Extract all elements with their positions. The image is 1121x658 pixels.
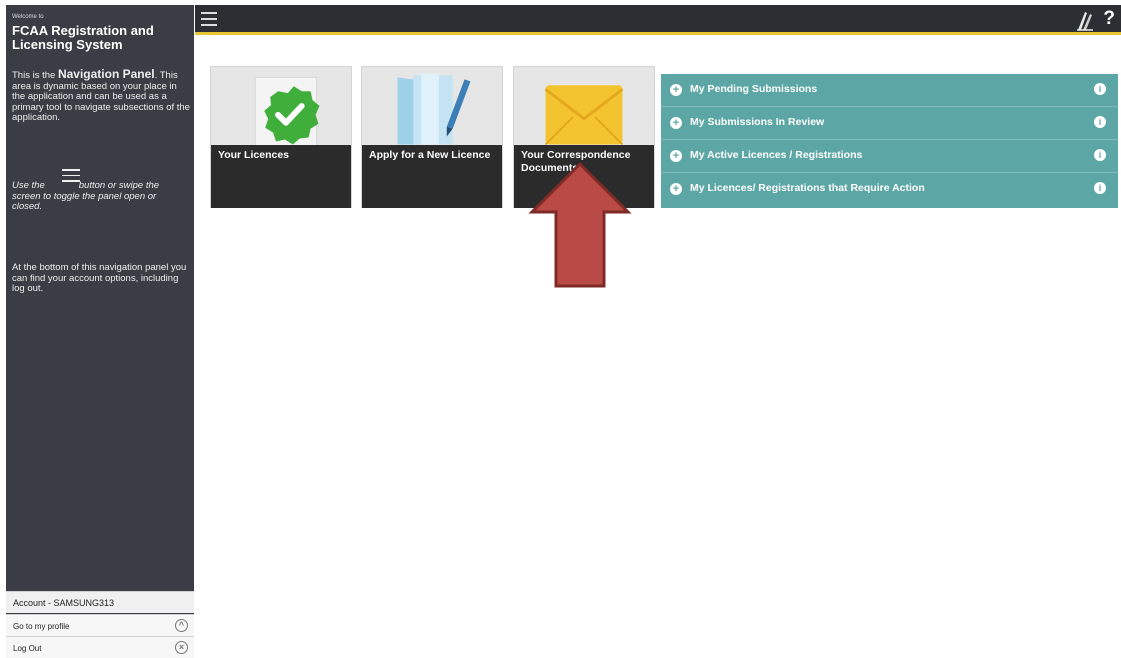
callout-arrow-icon [528,161,632,288]
accordion-label: My Submissions In Review [690,116,825,128]
checkmark-badge-icon [254,76,320,145]
go-to-profile-link[interactable]: Go to my profile ^ [6,614,194,636]
accordion-label: My Pending Submissions [690,83,818,95]
expand-plus-icon: + [670,150,682,162]
info-icon[interactable]: i [1094,182,1106,194]
expand-plus-icon: + [670,183,682,195]
navigation-panel-heading: Navigation Panel [57,67,155,81]
help-button[interactable]: ? [1103,8,1115,30]
account-header: Account - SAMSUNG313 [6,591,194,613]
toggle-instructions: Use the button or swipe the screen to tog… [12,180,160,212]
account-options-description: At the bottom of this navigation panel y… [12,262,187,294]
submissions-in-review-header[interactable]: + My Submissions In Review i [661,107,1118,140]
welcome-text: Welcome to [12,14,44,20]
tile-label: Apply for a New Licence [362,145,502,208]
info-icon[interactable]: i [1094,149,1106,161]
navigation-panel: Welcome to FCAA Registration and Licensi… [6,5,194,658]
active-licences-header[interactable]: + My Active Licences / Registrations i [661,140,1118,173]
pending-submissions-header[interactable]: + My Pending Submissions i [661,74,1118,107]
tile-label: Your Licences [211,145,351,208]
menu-toggle-button[interactable] [201,12,217,26]
envelope-icon [544,85,624,145]
expand-plus-icon: + [670,84,682,96]
accordion-label: My Licences/ Registrations that Require … [690,182,925,194]
navigation-panel-description: This is the Navigation Panel. This area … [12,67,190,123]
wheat-logo-icon [1077,12,1093,31]
submissions-accordion: + My Pending Submissions i + My Submissi… [661,74,1118,208]
info-icon[interactable]: i [1094,116,1106,128]
your-licences-tile[interactable]: Your Licences [210,66,352,208]
require-action-header[interactable]: + My Licences/ Registrations that Requir… [661,173,1118,206]
go-to-profile-label: Go to my profile [13,622,70,631]
chevron-up-icon: ^ [175,619,188,632]
accordion-label: My Active Licences / Registrations [690,149,863,161]
info-icon[interactable]: i [1094,83,1106,95]
expand-plus-icon: + [670,117,682,129]
apply-new-licence-tile[interactable]: Apply for a New Licence [361,66,503,208]
app-title: FCAA Registration and Licensing System [12,23,154,52]
folder-pen-icon [397,73,471,145]
top-bar: ? [195,5,1121,35]
close-icon: × [175,641,188,654]
log-out-link[interactable]: Log Out × [6,636,194,658]
